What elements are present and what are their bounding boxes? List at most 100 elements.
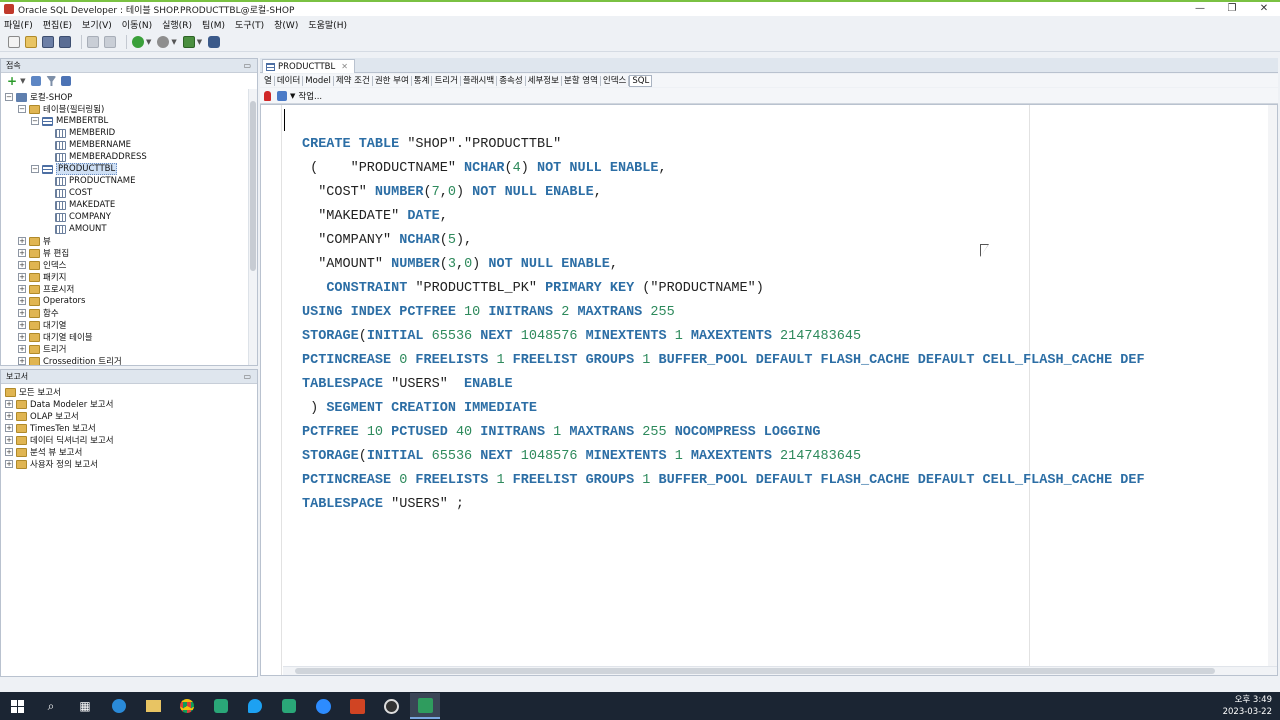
schema-browser-icon[interactable]: [61, 76, 72, 86]
report-node[interactable]: + Data Modeler 보고서: [5, 398, 113, 410]
subtab[interactable]: 종속성: [497, 75, 526, 86]
subtab[interactable]: 제약 조건: [334, 75, 373, 86]
subtab[interactable]: 인덱스: [601, 75, 630, 86]
expand-icon[interactable]: +: [18, 333, 26, 341]
tree-node[interactable]: + 인덱스: [18, 259, 66, 271]
expand-icon[interactable]: +: [5, 400, 13, 408]
tree-node[interactable]: − MEMBERTBL: [31, 115, 108, 127]
tree-node[interactable]: MEMBERID: [55, 127, 115, 139]
subtab[interactable]: 데이터: [275, 75, 304, 86]
tree-node[interactable]: + 뷰: [18, 235, 51, 247]
expand-icon[interactable]: +: [18, 309, 26, 317]
binoculars-icon[interactable]: [208, 35, 221, 48]
connections-scrollbar[interactable]: [248, 89, 257, 365]
save-icon[interactable]: [42, 35, 54, 48]
back-navigation-icon[interactable]: [132, 35, 144, 48]
report-node[interactable]: + 사용자 정의 보고서: [5, 458, 98, 470]
expand-icon[interactable]: +: [18, 345, 26, 353]
save-all-icon[interactable]: [59, 35, 71, 48]
tree-node[interactable]: + 대기열: [18, 319, 66, 331]
actions-menu[interactable]: 작업...: [298, 90, 322, 102]
report-node[interactable]: + 분석 뷰 보고서: [5, 446, 82, 458]
tree-node[interactable]: − 로컬-SHOP: [5, 91, 72, 103]
filter-icon[interactable]: [46, 76, 57, 86]
expand-icon[interactable]: +: [5, 412, 13, 420]
tree-node[interactable]: + 트리거: [18, 343, 66, 355]
forward-navigation-icon[interactable]: [157, 35, 170, 48]
collapse-icon[interactable]: −: [31, 165, 39, 173]
menu-file[interactable]: 파일(F): [4, 18, 33, 31]
expand-icon[interactable]: +: [5, 460, 13, 468]
subtab[interactable]: 플래시백: [461, 75, 498, 86]
expand-icon[interactable]: +: [18, 321, 26, 329]
subtab[interactable]: 분할 영역: [562, 75, 601, 86]
expand-icon[interactable]: +: [18, 249, 26, 257]
expand-icon[interactable]: +: [5, 436, 13, 444]
new-file-icon[interactable]: [8, 35, 20, 48]
chevron-down-icon[interactable]: ▼: [171, 38, 176, 46]
bird-app-icon[interactable]: [246, 697, 264, 715]
menu-tools[interactable]: 도구(T): [235, 18, 264, 31]
refresh-icon[interactable]: [277, 90, 287, 101]
menu-edit[interactable]: 편집(E): [43, 18, 72, 31]
editor-horizontal-scrollbar[interactable]: [283, 666, 1277, 675]
expand-icon[interactable]: +: [18, 261, 26, 269]
redo-icon[interactable]: [104, 35, 116, 48]
start-button[interactable]: [8, 697, 26, 715]
search-icon[interactable]: ⌕: [42, 697, 60, 715]
expand-icon[interactable]: +: [18, 273, 26, 281]
menu-run[interactable]: 실행(R): [162, 18, 192, 31]
restore-button[interactable]: ❐: [1216, 2, 1248, 16]
tree-node[interactable]: MEMBERADDRESS: [55, 151, 147, 163]
report-node[interactable]: + OLAP 보고서: [5, 410, 79, 422]
menu-window[interactable]: 창(W): [274, 18, 298, 31]
open-folder-icon[interactable]: [25, 35, 37, 48]
tree-node[interactable]: − PRODUCTTBL: [31, 163, 118, 175]
tree-node[interactable]: MEMBERNAME: [55, 139, 131, 151]
expand-icon[interactable]: +: [18, 285, 26, 293]
chevron-down-icon[interactable]: ▼: [20, 77, 25, 85]
chrome-icon[interactable]: [178, 697, 196, 715]
collapse-icon[interactable]: −: [31, 117, 39, 125]
edge-icon[interactable]: [110, 697, 128, 715]
app-icon[interactable]: [212, 697, 230, 715]
close-icon[interactable]: ✕: [341, 62, 348, 71]
collapse-icon[interactable]: −: [5, 93, 13, 101]
menu-view[interactable]: 보기(V): [82, 18, 112, 31]
tree-node[interactable]: + 대기열 테이블: [18, 331, 93, 343]
minimize-button[interactable]: —: [1184, 2, 1216, 16]
chevron-down-icon[interactable]: ▼: [197, 38, 202, 46]
scrollbar-thumb[interactable]: [250, 101, 256, 271]
tree-node[interactable]: COMPANY: [55, 211, 111, 223]
tab-producttbl[interactable]: PRODUCTTBL ✕: [262, 59, 355, 73]
tree-node[interactable]: − 테이블(필터링됨): [18, 103, 104, 115]
chevron-down-icon[interactable]: ▼: [146, 38, 151, 46]
undo-icon[interactable]: [87, 35, 99, 48]
tree-node[interactable]: + 패키지: [18, 271, 66, 283]
tree-node[interactable]: + Crossedition 트리거: [18, 355, 122, 365]
file-explorer-icon[interactable]: [144, 697, 162, 715]
menu-help[interactable]: 도움말(H): [308, 18, 347, 31]
scrollbar-thumb[interactable]: [295, 668, 1215, 674]
subtab[interactable]: SQL: [629, 74, 653, 87]
tree-node[interactable]: + 프로시저: [18, 283, 74, 295]
expand-icon[interactable]: +: [5, 448, 13, 456]
report-node[interactable]: + 데이터 딕셔너리 보고서: [5, 434, 114, 446]
expand-icon[interactable]: +: [18, 297, 26, 305]
tree-node[interactable]: MAKEDATE: [55, 199, 115, 211]
subtab[interactable]: 통계: [412, 75, 433, 86]
sql-code[interactable]: CREATE TABLE "SHOP"."PRODUCTTBL" ( "PROD…: [302, 133, 1145, 517]
subtab[interactable]: 세부정보: [526, 75, 562, 86]
chevron-down-icon[interactable]: ▼: [290, 92, 295, 100]
expand-icon[interactable]: +: [18, 237, 26, 245]
close-button[interactable]: ✕: [1248, 2, 1280, 16]
powerpoint-icon[interactable]: [348, 697, 366, 715]
zoom-icon[interactable]: [314, 697, 332, 715]
tree-node[interactable]: + 함수: [18, 307, 59, 319]
minimize-panel-icon[interactable]: ▭: [243, 61, 251, 70]
expand-icon[interactable]: +: [18, 357, 26, 365]
tree-node[interactable]: COST: [55, 187, 92, 199]
sql-worksheet-icon[interactable]: [182, 35, 195, 48]
system-clock[interactable]: 오후 3:49 2023-03-22: [1223, 694, 1272, 718]
subtab[interactable]: 권한 부여: [373, 75, 412, 86]
